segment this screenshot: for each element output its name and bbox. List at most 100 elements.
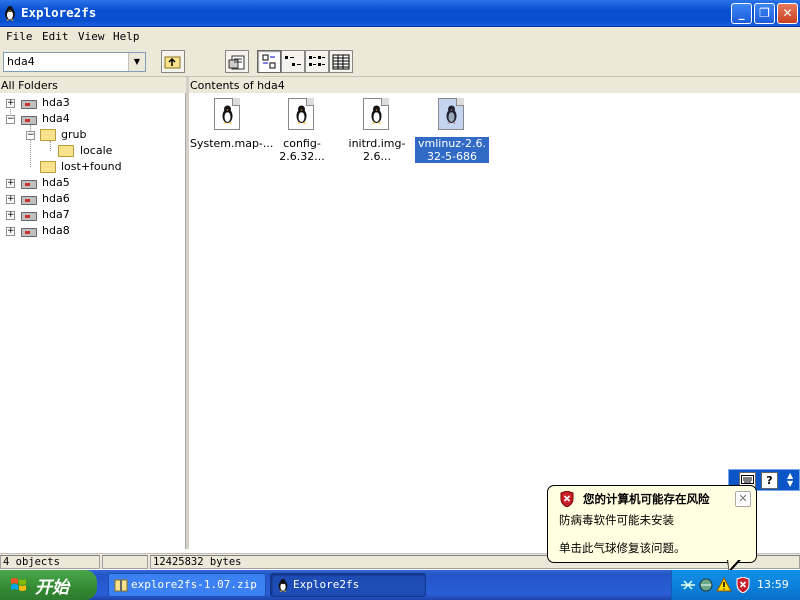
network-tray-icon[interactable] — [680, 578, 696, 592]
menu-help[interactable]: Help — [113, 30, 140, 43]
tree-item-label: hda6 — [42, 192, 70, 205]
folders-pane-header: All Folders — [0, 77, 186, 93]
tux-icon — [446, 105, 457, 124]
folder-icon — [40, 161, 56, 173]
balloon-message: 防病毒软件可能未安装 — [559, 513, 674, 527]
tree-item-label: locale — [80, 144, 113, 157]
security-shield-icon — [560, 491, 574, 507]
tree-item-label: hda4 — [42, 112, 70, 125]
details-icon — [332, 54, 350, 70]
tux-icon — [296, 105, 307, 124]
chevron-down-icon[interactable]: ▼ — [128, 53, 145, 71]
maximize-button[interactable]: ❐ — [754, 3, 775, 24]
keyboard-glyph — [741, 475, 754, 484]
expand-icon[interactable]: + — [6, 195, 15, 204]
contents-pane: System.map-... config-2.6.32... initrd.i… — [189, 93, 800, 549]
folder-icon — [58, 145, 74, 157]
expand-icon[interactable]: + — [6, 179, 15, 188]
connection-tray-icon[interactable] — [698, 577, 714, 593]
file-item-selected[interactable]: vmlinuz-2.6.32-5-686 — [414, 97, 490, 167]
tree-item-label: hda7 — [42, 208, 70, 221]
zip-folder-icon — [114, 579, 128, 592]
file-label: initrd.img-2.6... — [348, 137, 406, 163]
expand-icon[interactable]: + — [6, 211, 15, 220]
expand-icon[interactable]: + — [6, 99, 15, 108]
path-combobox-value: hda4 — [7, 55, 35, 68]
properties-button[interactable] — [225, 50, 249, 73]
system-tray: 13:59 — [671, 570, 800, 600]
path-combobox[interactable]: hda4 ▼ — [3, 52, 146, 72]
drive-icon — [21, 196, 37, 205]
tux-app-icon — [5, 6, 15, 21]
list-icon — [309, 56, 325, 66]
file-label: System.map-... — [190, 137, 274, 150]
tux-icon — [278, 578, 288, 592]
start-button[interactable]: 开始 — [0, 570, 97, 600]
help-button[interactable]: ? — [761, 472, 778, 489]
balloon-title: 您的计算机可能存在风险 — [583, 492, 710, 506]
drive-icon — [21, 116, 37, 125]
drive-icon — [21, 180, 37, 189]
expand-icon[interactable]: + — [6, 227, 15, 236]
tree-connector — [50, 141, 51, 151]
balloon-action-text[interactable]: 单击此气球修复该问题。 — [559, 540, 686, 556]
tux-icon — [371, 105, 382, 124]
properties-icon — [228, 55, 245, 70]
contents-pane-header: Contents of hda4 — [189, 77, 800, 93]
langbar-options-icon[interactable]: ▲ ▼ — [787, 472, 793, 488]
list-view-button[interactable] — [305, 50, 329, 73]
toolbar: hda4 ▼ — [0, 46, 800, 77]
drive-icon — [21, 100, 37, 109]
title-bar[interactable]: Explore2fs _ ❐ ✕ — [0, 0, 800, 27]
tux-file-icon — [288, 98, 314, 130]
balloon-tail-fill — [728, 559, 739, 570]
menu-bar: File Edit View Help — [0, 27, 800, 46]
clock[interactable]: 13:59 — [757, 578, 789, 591]
drive-icon — [21, 212, 37, 221]
large-icons-icon — [262, 54, 276, 69]
collapse-icon[interactable]: − — [26, 131, 35, 140]
menu-edit[interactable]: Edit — [42, 30, 69, 43]
small-icons-view-button[interactable] — [281, 50, 305, 73]
windows-logo-icon — [11, 578, 26, 591]
up-folder-button[interactable] — [161, 50, 185, 73]
menu-file[interactable]: File — [6, 30, 33, 43]
tux-icon — [222, 105, 233, 124]
file-item[interactable]: initrd.img-2.6... — [339, 97, 415, 163]
tux-file-icon — [363, 98, 389, 130]
file-label: vmlinuz-2.6.32-5-686 — [415, 137, 489, 163]
file-item[interactable]: config-2.6.32... — [264, 97, 340, 163]
drive-icon — [21, 228, 37, 237]
small-icons-icon — [285, 56, 301, 66]
folder-tree: + hda3 − hda4 − grub locale lost+found +… — [0, 93, 186, 549]
taskbar-item-label: Explore2fs — [293, 578, 360, 591]
details-view-button[interactable] — [329, 50, 353, 73]
tree-item-label: hda3 — [42, 96, 70, 109]
start-label: 开始 — [35, 578, 69, 598]
large-icons-view-button[interactable] — [257, 50, 281, 73]
tree-item-label: grub — [61, 128, 87, 141]
collapse-icon[interactable]: − — [6, 115, 15, 124]
taskbar: 开始 explore2fs-1.07.zip Explore2fs 13:59 — [0, 570, 800, 600]
status-empty — [102, 555, 148, 569]
security-shield-tray-icon[interactable] — [736, 577, 750, 593]
warning-tray-icon[interactable] — [716, 577, 732, 593]
file-item[interactable]: System.map-... — [190, 97, 274, 153]
minimize-button[interactable]: _ — [731, 3, 752, 24]
file-label: config-2.6.32... — [279, 137, 325, 163]
tree-item-label: hda8 — [42, 224, 70, 237]
taskbar-item-explore2fs[interactable]: Explore2fs — [270, 573, 426, 597]
security-balloon[interactable]: 您的计算机可能存在风险 ✕ 防病毒软件可能未安装 单击此气球修复该问题。 — [547, 485, 757, 563]
menu-view[interactable]: View — [78, 30, 105, 43]
taskbar-item-zip[interactable]: explore2fs-1.07.zip — [108, 573, 266, 597]
window-title: Explore2fs — [21, 5, 97, 20]
close-button[interactable]: ✕ — [777, 3, 798, 24]
tree-item-label: lost+found — [61, 160, 122, 173]
status-objects: 4 objects — [0, 555, 100, 569]
balloon-close-button[interactable]: ✕ — [735, 491, 751, 507]
tree-item-label: hda5 — [42, 176, 70, 189]
folder-icon — [40, 129, 56, 141]
tux-file-icon — [438, 98, 464, 130]
tux-file-icon — [214, 98, 240, 130]
taskbar-item-label: explore2fs-1.07.zip — [131, 578, 257, 591]
